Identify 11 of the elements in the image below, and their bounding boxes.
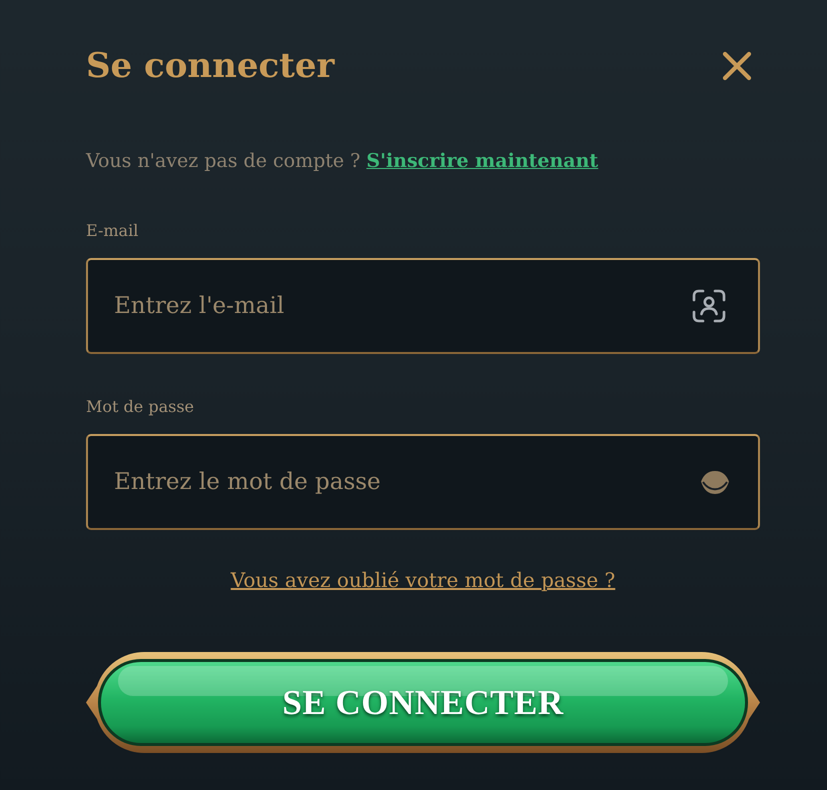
email-field[interactable]: Entrez l'e-mail <box>86 258 760 354</box>
signup-link[interactable]: S'inscrire maintenant <box>366 150 598 172</box>
signup-prompt: Vous n'avez pas de compte ? S'inscrire maintenant <box>86 149 600 174</box>
forgot-password-link[interactable]: Vous avez oublié votre mot de passe ? <box>230 566 616 594</box>
face-scan-icon[interactable] <box>692 289 726 323</box>
eye-icon[interactable] <box>700 470 730 495</box>
field-label: E-mail <box>86 220 138 242</box>
password-field[interactable]: Entrez le mot de passe <box>86 434 760 530</box>
field-label: Mot de passe <box>86 396 194 418</box>
dialog-title: Se connecter <box>86 45 334 88</box>
close-icon[interactable] <box>722 51 752 81</box>
